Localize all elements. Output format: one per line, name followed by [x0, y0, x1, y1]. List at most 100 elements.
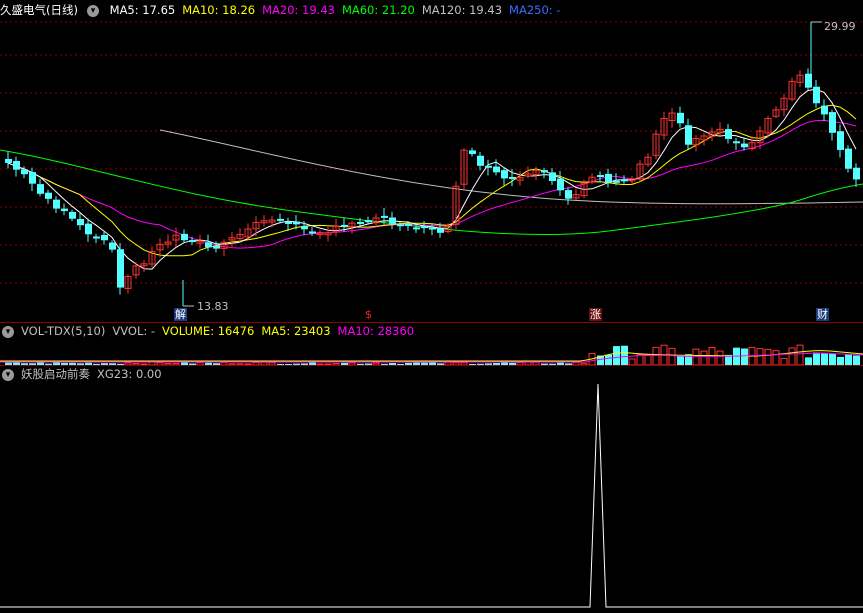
candle-body	[541, 170, 548, 173]
candle-body	[597, 175, 604, 178]
event-marker-zhang[interactable]: 涨	[589, 308, 602, 321]
candle-body	[845, 148, 852, 169]
volume-bar	[805, 357, 812, 365]
ma-legend-item: MA5: 17.65	[109, 3, 176, 17]
candle-body	[613, 180, 620, 183]
volume-bar	[741, 348, 748, 365]
candle-body	[101, 234, 108, 241]
volume-title: VOL-TDX(5,10)	[21, 324, 106, 338]
candle-body	[213, 245, 220, 249]
volume-header: ▾ VOL-TDX(5,10) VVOL: - VOLUME: 16476 MA5: 2…	[0, 323, 421, 339]
candle-body	[493, 166, 500, 173]
candle-body	[53, 199, 60, 209]
ma-legend-item: MA20: 19.43	[262, 3, 335, 17]
volume-value: VOLUME: 16476	[162, 324, 255, 338]
event-marker-cai[interactable]: 财	[816, 308, 829, 321]
candle-body	[677, 112, 684, 124]
vvol-label: VVOL: -	[112, 324, 156, 338]
candle-body	[341, 224, 348, 227]
volume-bar	[621, 345, 628, 365]
volume-bar	[613, 346, 620, 365]
event-marker-jie[interactable]: 解	[174, 308, 187, 321]
candle-body	[13, 161, 20, 170]
volume-bar	[813, 352, 820, 365]
indicator-chart[interactable]	[0, 366, 863, 613]
chevron-down-icon[interactable]: ▾	[2, 325, 14, 338]
candle-body	[301, 226, 308, 230]
ma-legend-item: MA250: -	[509, 3, 561, 17]
candle-body	[189, 240, 196, 243]
indicator-header: ▾ 妖股启动前奏 XG23: 0.00	[0, 366, 169, 382]
candle-body	[61, 208, 68, 212]
price-header: 久盛电气(日线) ▾ MA5: 17.65 MA10: 18.26 MA20: 19.…	[0, 2, 574, 18]
candle-body	[725, 129, 732, 139]
volume-bar	[677, 356, 684, 365]
candle-body	[821, 105, 828, 115]
volume-bar	[756, 348, 764, 365]
candle-body	[413, 227, 420, 230]
candle-body	[557, 178, 564, 191]
candle-body	[829, 112, 836, 133]
volume-bar	[821, 352, 828, 365]
chevron-down-icon[interactable]: ▾	[86, 4, 99, 17]
candle-body	[549, 172, 556, 182]
ma-legend-item: MA10: 18.26	[182, 3, 256, 17]
price-panel[interactable]: 久盛电气(日线) ▾ MA5: 17.65 MA10: 18.26 MA20: 19.…	[0, 0, 863, 322]
candle-body	[421, 226, 428, 229]
candle-body	[5, 158, 12, 163]
candle-body	[109, 242, 116, 250]
volume-bar	[716, 350, 724, 365]
volume-bar	[788, 347, 796, 365]
candle-body	[685, 125, 692, 145]
candle-body	[37, 184, 44, 194]
volume-ma10: MA10: 28360	[337, 324, 415, 338]
ma-legend-item: MA120: 19.43	[421, 3, 503, 17]
candle-body	[469, 150, 476, 155]
price-chart[interactable]	[0, 0, 863, 322]
candle-body	[501, 170, 508, 179]
candle-body	[565, 190, 572, 199]
volume-bar	[644, 354, 652, 365]
candle-body	[285, 221, 292, 224]
candle-body	[381, 215, 388, 218]
candle-body	[29, 172, 36, 184]
candle-body	[509, 177, 516, 180]
candle-body	[733, 141, 740, 144]
ma-legend: MA5: 17.65 MA10: 18.26 MA20: 19.43 MA60: 21…	[110, 3, 568, 17]
indicator-panel[interactable]: ▾ 妖股启动前奏 XG23: 0.00	[0, 366, 863, 613]
volume-bar	[837, 356, 844, 365]
candle-body	[309, 231, 316, 234]
candle-body	[837, 131, 844, 150]
volume-bar	[692, 348, 700, 365]
candle-body	[293, 221, 300, 225]
candle-body	[69, 211, 76, 219]
volume-bar	[668, 347, 676, 365]
event-marker-dollar[interactable]: $	[364, 308, 373, 321]
candle-body	[77, 219, 84, 226]
stock-name: 久盛电气	[0, 3, 46, 17]
candle-body	[397, 224, 404, 227]
high-price-label: 29.99	[824, 20, 856, 33]
volume-panel[interactable]: ▾ VOL-TDX(5,10) VVOL: - VOLUME: 16476 MA5: 2…	[0, 323, 863, 365]
volume-bar	[652, 346, 660, 365]
indicator-value: XG23: 0.00	[97, 367, 162, 381]
candle-body	[93, 236, 100, 239]
candle-body	[485, 165, 492, 168]
candle-body	[277, 218, 284, 221]
volume-ma5: MA5: 23403	[261, 324, 331, 338]
volume-bar	[772, 350, 780, 365]
candle-body	[405, 223, 412, 226]
candle-body	[741, 143, 748, 148]
volume-bar	[853, 355, 860, 365]
volume-bar	[700, 350, 708, 365]
candle-body	[85, 223, 92, 235]
candle-body	[45, 192, 52, 199]
ma120-line	[159, 129, 863, 205]
chevron-down-icon[interactable]: ▾	[2, 368, 14, 381]
candle-body	[365, 220, 372, 223]
candle-body	[437, 228, 444, 233]
indicator-title: 妖股启动前奏	[21, 367, 90, 381]
volume-bar	[764, 348, 772, 365]
candle-body	[357, 221, 364, 224]
candle-body	[621, 179, 628, 182]
